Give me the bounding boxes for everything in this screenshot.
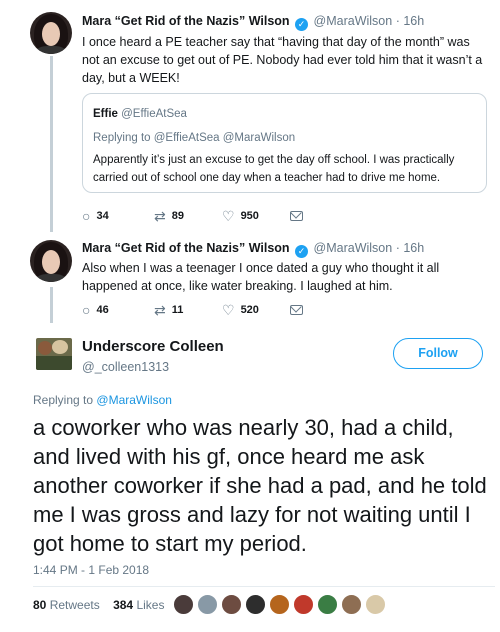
tweet-time[interactable]: 16h: [403, 14, 424, 28]
mail-icon: [290, 211, 303, 221]
reply-button[interactable]: ○ 34: [82, 207, 109, 225]
liker-avatar[interactable]: [197, 594, 218, 615]
reply-icon: ○: [82, 208, 91, 224]
retweet-count: 89: [171, 210, 184, 222]
quote-replying-to: Replying to @EffieAtSea @MaraWilson: [93, 132, 296, 144]
tweet-header: Mara “Get Rid of the Nazis” Wilson ✓ @Ma…: [82, 14, 424, 31]
tweet[interactable]: Mara “Get Rid of the Nazis” Wilson ✓ @Ma…: [0, 230, 500, 325]
liker-avatars: [173, 594, 386, 616]
quoted-tweet[interactable]: Effie @EffieAtSea Replying to @EffieAtSe…: [82, 93, 487, 193]
liker-avatar[interactable]: [173, 594, 194, 615]
tweet-text: Also when I was a teenager I once dated …: [82, 261, 440, 293]
liker-avatar[interactable]: [317, 594, 338, 615]
separator-dot: ·: [395, 14, 400, 28]
author-handle[interactable]: @MaraWilson: [314, 241, 393, 255]
liker-avatar[interactable]: [221, 594, 242, 615]
replying-to: Replying to @MaraWilson: [33, 393, 172, 407]
divider: [33, 586, 495, 587]
tweet-actions: ○ 46 ⇄ 11 ♡ 520: [82, 301, 382, 319]
author-name[interactable]: Mara “Get Rid of the Nazis” Wilson: [82, 241, 290, 255]
dm-button[interactable]: [290, 207, 303, 225]
replying-to-link[interactable]: @MaraWilson: [96, 393, 172, 407]
likes-label: Likes: [136, 598, 165, 612]
retweet-count: 11: [171, 304, 184, 316]
verified-badge-icon: ✓: [295, 18, 309, 31]
likes-count: 384: [113, 598, 134, 612]
author-handle[interactable]: @MaraWilson: [314, 14, 393, 28]
tweet[interactable]: Mara “Get Rid of the Nazis” Wilson ✓ @Ma…: [0, 0, 500, 230]
liker-avatar[interactable]: [293, 594, 314, 615]
reply-count: 34: [96, 210, 109, 222]
quote-text: Apparently it’s just an excuse to get th…: [93, 154, 455, 184]
quote-author: Effie @EffieAtSea: [93, 108, 187, 120]
quote-author-name: Effie: [93, 108, 118, 120]
like-button[interactable]: ♡ 950: [222, 207, 259, 225]
tweet-text: I once heard a PE teacher say that “havi…: [82, 35, 483, 85]
liker-avatar[interactable]: [341, 594, 362, 615]
separator-dot: ·: [395, 241, 400, 255]
reply-button[interactable]: ○ 46: [82, 301, 109, 319]
retweet-icon: ⇄: [154, 302, 166, 318]
tweet-actions: ○ 34 ⇄ 89 ♡ 950: [82, 207, 382, 225]
retweets-count: 80: [33, 598, 47, 612]
liker-avatar[interactable]: [245, 594, 266, 615]
tweet-header: Mara “Get Rid of the Nazis” Wilson ✓ @Ma…: [82, 241, 424, 258]
liker-avatar[interactable]: [269, 594, 290, 615]
avatar[interactable]: [36, 338, 72, 370]
tweet-text: a coworker who was nearly 30, had a chil…: [33, 415, 487, 556]
tweet-time[interactable]: 16h: [403, 241, 424, 255]
retweets-stat[interactable]: 80 Retweets: [33, 598, 100, 612]
dm-button[interactable]: [290, 301, 303, 319]
follow-button[interactable]: Follow: [393, 338, 483, 369]
like-button[interactable]: ♡ 520: [222, 301, 259, 319]
heart-icon: ♡: [222, 208, 235, 224]
avatar[interactable]: [30, 240, 72, 282]
reply-count: 46: [96, 304, 109, 316]
retweet-icon: ⇄: [154, 208, 166, 224]
quote-author-handle: @EffieAtSea: [121, 108, 187, 120]
liker-avatar[interactable]: [365, 594, 386, 615]
author-name[interactable]: Underscore Colleen: [82, 338, 224, 355]
tweet-timestamp[interactable]: 1:44 PM - 1 Feb 2018: [33, 563, 149, 577]
like-count: 520: [240, 304, 259, 316]
heart-icon: ♡: [222, 302, 235, 318]
likes-stat[interactable]: 384 Likes: [113, 598, 164, 612]
replying-prefix: Replying to: [33, 393, 94, 407]
avatar[interactable]: [30, 12, 72, 54]
retweets-label: Retweets: [49, 598, 100, 612]
author-name[interactable]: Mara “Get Rid of the Nazis” Wilson: [82, 14, 290, 28]
author-handle[interactable]: @_colleen1313: [82, 360, 169, 374]
mail-icon: [290, 305, 303, 315]
reply-icon: ○: [82, 302, 91, 318]
like-count: 950: [240, 210, 259, 222]
retweet-button[interactable]: ⇄ 11: [154, 301, 183, 319]
tweet-stats: 80 Retweets 384 Likes: [33, 598, 164, 612]
retweet-button[interactable]: ⇄ 89: [154, 207, 184, 225]
verified-badge-icon: ✓: [295, 245, 309, 258]
